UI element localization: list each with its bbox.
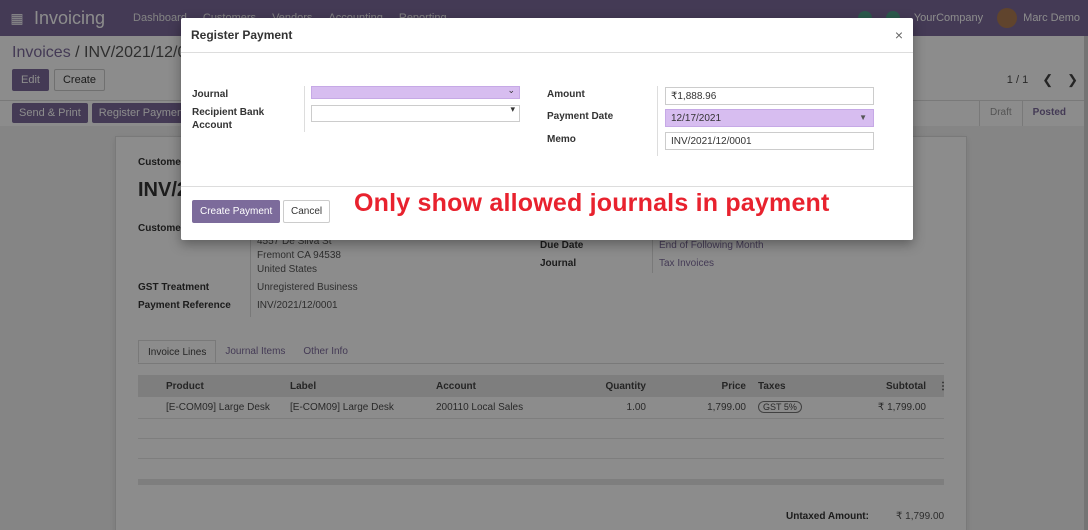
modal-footer: Create Payment Cancel Only show allowed …	[181, 186, 913, 240]
modal-title: Register Payment	[191, 28, 293, 42]
memo-label: Memo	[547, 134, 576, 145]
field-divider	[304, 86, 305, 132]
chevron-down-icon: ⌄	[507, 85, 515, 95]
journal-select[interactable]: ⌄	[311, 85, 520, 99]
chevron-down-icon: ▾	[510, 104, 515, 114]
amount-input[interactable]: ₹1,888.96	[665, 87, 874, 105]
journal-field-label: Journal	[192, 89, 229, 100]
memo-input[interactable]: INV/2021/12/0001	[665, 132, 874, 150]
payment-date-value: 12/17/2021	[671, 113, 722, 124]
payment-date-label: Payment Date	[547, 111, 614, 122]
announcement-banner: Only show allowed journals in payment	[354, 189, 830, 217]
field-divider	[657, 86, 658, 156]
payment-date-input[interactable]: 12/17/2021 ▼	[665, 109, 874, 127]
recipient-bank-select[interactable]: ▾	[311, 104, 520, 122]
modal-header: Register Payment ×	[181, 18, 913, 53]
create-payment-button[interactable]: Create Payment	[192, 200, 281, 223]
amount-label: Amount	[547, 89, 585, 100]
cancel-button[interactable]: Cancel	[283, 200, 331, 223]
register-payment-dialog: Register Payment × Journal Recipient Ban…	[181, 18, 913, 240]
close-icon[interactable]: ×	[895, 27, 903, 43]
caret-down-icon: ▼	[859, 113, 867, 122]
recipient-bank-label: Recipient Bank Account	[192, 107, 265, 131]
